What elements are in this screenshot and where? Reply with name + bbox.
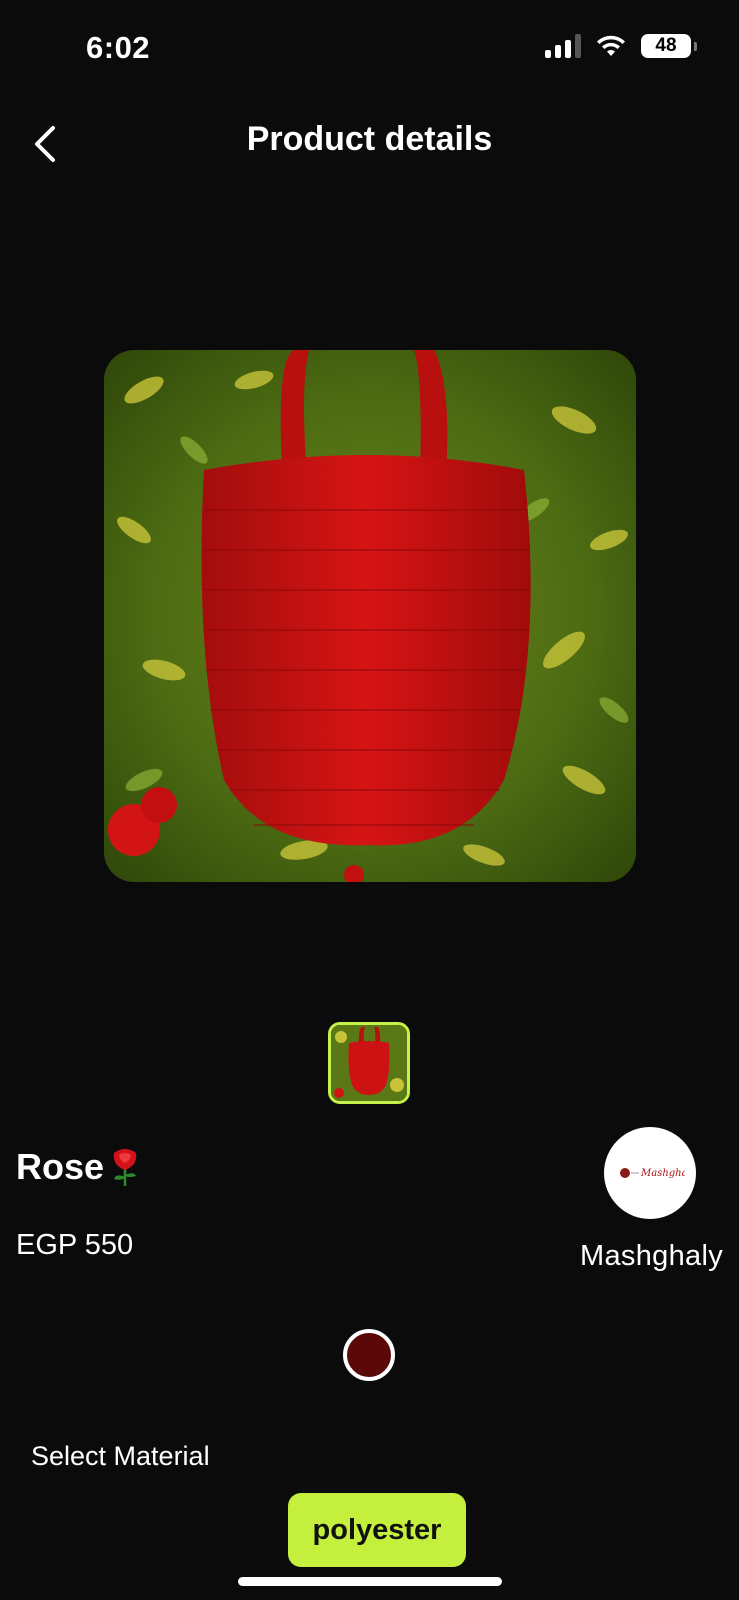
material-option-polyester[interactable]: polyester	[288, 1493, 466, 1567]
cellular-signal-icon	[545, 34, 581, 58]
image-thumbnail[interactable]	[328, 1022, 410, 1104]
seller-name[interactable]: Mashghaly	[580, 1240, 723, 1273]
seller-avatar[interactable]: Mashghaly	[604, 1127, 696, 1219]
color-swatch-selected[interactable]	[343, 1329, 395, 1381]
product-image[interactable]	[104, 350, 636, 882]
seller-logo: Mashghaly	[620, 1168, 685, 1179]
product-name: Rose	[16, 1146, 105, 1187]
product-details-screen: 6:02 48 Product details Rose EGP 550 Mas…	[0, 0, 739, 1600]
status-icons: 48	[545, 34, 697, 58]
seller-logo-text: Mashghaly	[640, 1168, 685, 1179]
product-photo	[104, 350, 636, 882]
rose-icon	[113, 1149, 137, 1186]
battery-icon: 48	[641, 34, 697, 58]
page-title: Product details	[246, 120, 493, 158]
wifi-icon	[597, 35, 625, 56]
status-time: 6:02	[86, 30, 151, 65]
home-indicator	[238, 1577, 502, 1586]
thumbnail-photo	[331, 1025, 407, 1101]
select-material-label: Select Material	[31, 1441, 210, 1471]
battery-level: 48	[655, 35, 677, 56]
product-price: EGP 550	[16, 1229, 134, 1261]
product-name-row: Rose	[16, 1146, 142, 1188]
